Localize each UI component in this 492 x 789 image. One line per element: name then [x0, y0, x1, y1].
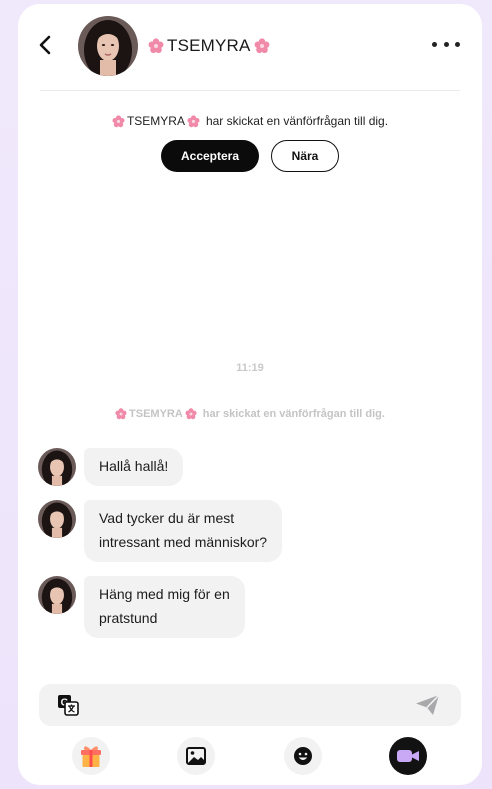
contact-name-text: TSEMYRA [167, 36, 251, 55]
translate-icon: G [58, 695, 79, 716]
system-note-name: TSEMYRA [129, 408, 183, 420]
send-icon [416, 694, 440, 715]
message-text: Vad tycker du är mest [99, 510, 235, 526]
message-row: Häng med mig för en pratstund [38, 576, 245, 638]
friend-request-text: har skickat en vänförfrågan till dig. [205, 114, 389, 128]
avatar[interactable] [38, 448, 76, 486]
message-bubble[interactable]: Vad tycker du är mest intressant med män… [84, 500, 283, 562]
more-dot [443, 41, 449, 47]
video-call-icon [397, 750, 419, 762]
accept-button[interactable]: Acceptera [161, 140, 259, 172]
cherry-blossom-icon [254, 38, 269, 53]
friend-request-banner: TSEMYRA har skickat en vänförfrågan till… [18, 114, 482, 128]
avatar-photo [38, 448, 76, 486]
message-row: Vad tycker du är mest intressant med män… [38, 500, 283, 562]
emoji-button[interactable] [284, 737, 322, 775]
gift-button[interactable] [72, 737, 110, 775]
back-button[interactable] [34, 34, 56, 56]
gift-icon [81, 746, 101, 767]
avatar[interactable] [78, 16, 138, 76]
avatar[interactable] [38, 576, 76, 614]
chat-header: TSEMYRA [18, 4, 482, 90]
near-button[interactable]: Nära [271, 140, 339, 172]
cherry-blossom-icon [185, 408, 197, 420]
image-icon [186, 747, 206, 765]
avatar-photo [38, 576, 76, 614]
message-timestamp: 11:19 [236, 362, 264, 374]
video-call-button[interactable] [389, 737, 427, 775]
message-text: pratstund [99, 610, 158, 626]
system-note: TSEMYRA har skickat en vänförfrågan till… [18, 408, 482, 420]
friend-request-actions: Acceptera Nära [18, 140, 482, 172]
chat-window: TSEMYRA TSEMYRA har skickat en vänförfrå… [18, 4, 482, 785]
more-horizontal-icon [432, 41, 437, 47]
image-button[interactable] [177, 737, 215, 775]
cherry-blossom-icon [115, 408, 127, 420]
cherry-blossom-icon [112, 114, 125, 127]
avatar-photo [78, 16, 138, 76]
header-divider [40, 90, 460, 91]
contact-name[interactable]: TSEMYRA [148, 36, 270, 56]
more-dot [455, 41, 460, 47]
avatar[interactable] [38, 500, 76, 538]
message-bubble[interactable]: Häng med mig för en pratstund [84, 576, 245, 638]
message-bubble[interactable]: Hallå hallå! [84, 448, 184, 486]
cherry-blossom-icon [148, 38, 164, 53]
chat-toolbar [18, 737, 482, 777]
more-options-button[interactable] [432, 37, 460, 51]
message-text: Hallå hallå! [99, 458, 169, 474]
cherry-blossom-icon [187, 114, 200, 127]
message-row: Hallå hallå! [38, 448, 184, 486]
avatar-photo [38, 500, 76, 538]
send-button[interactable] [415, 694, 441, 716]
chevron-left-icon [39, 35, 51, 55]
message-composer: G [39, 684, 461, 726]
message-text: Häng med mig för en [99, 586, 230, 602]
friend-request-name: TSEMYRA [126, 114, 185, 128]
system-note-text: har skickat en vänförfrågan till dig. [202, 408, 385, 420]
message-text: intressant med människor? [99, 534, 268, 550]
message-input[interactable] [91, 692, 401, 718]
translate-button[interactable]: G [57, 694, 79, 716]
emoji-icon [294, 747, 312, 765]
